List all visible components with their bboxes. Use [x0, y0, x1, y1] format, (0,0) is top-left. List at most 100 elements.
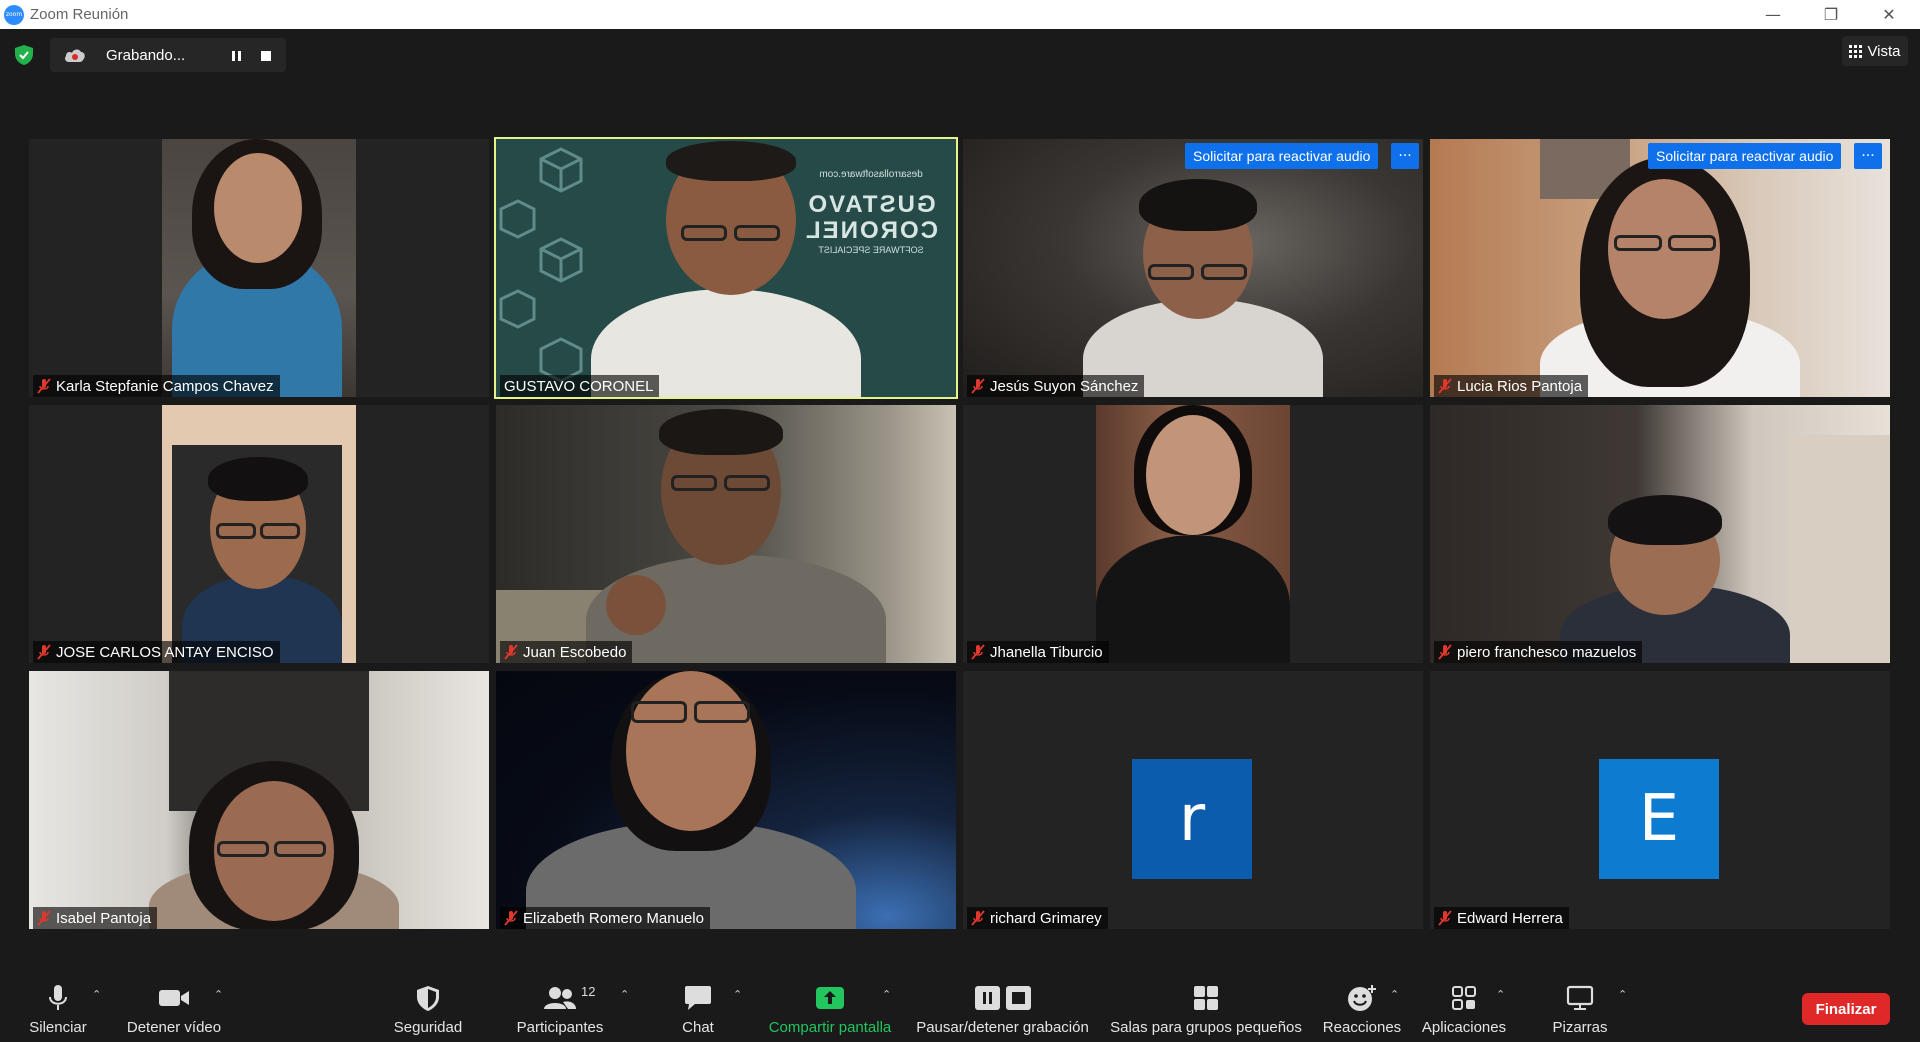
share-screen-label: Compartir pantalla — [768, 1019, 892, 1036]
breakout-rooms-icon — [1194, 986, 1218, 1010]
video-tile[interactable]: Elizabeth Romero Manuelo — [496, 671, 956, 929]
participant-name: richard Grimarey — [990, 909, 1102, 927]
encryption-shield-icon[interactable] — [15, 45, 33, 65]
video-tile[interactable]: Solicitar para reactivar audio ··· Jesús… — [963, 139, 1423, 397]
meeting-toolbar: Silenciar ⌃ Detener vídeo ⌃ Seguridad Pa… — [0, 968, 1920, 1042]
end-meeting-button[interactable]: Finalizar — [1802, 993, 1890, 1025]
mute-button[interactable]: Silenciar — [20, 976, 96, 1036]
video-tile-active-speaker[interactable]: desarrollasoftware.com GUSTAVO CORONEL S… — [494, 137, 958, 399]
recording-controls-label: Pausar/detener grabación — [916, 1019, 1089, 1036]
recording-indicator: Grabando... — [50, 38, 286, 72]
view-button[interactable]: Vista — [1842, 36, 1908, 66]
background-name-line2: CORONEL — [804, 217, 938, 244]
participant-video — [963, 139, 1423, 397]
participants-label: Participantes — [516, 1019, 604, 1036]
nameplate: Karla Stepfanie Campos Chavez — [33, 375, 280, 397]
apps-options-chevron-icon[interactable]: ⌃ — [1496, 988, 1508, 1001]
avatar: E — [1599, 759, 1719, 879]
participant-name: JOSE CARLOS ANTAY ENCISO — [56, 643, 274, 661]
close-icon[interactable]: ✕ — [1860, 0, 1918, 29]
reactions-label: Reacciones — [1322, 1019, 1402, 1036]
video-tile[interactable]: r richard Grimarey — [963, 671, 1423, 929]
chat-label: Chat — [682, 1019, 714, 1036]
avatar: r — [1132, 759, 1252, 879]
security-button[interactable]: Seguridad — [388, 976, 468, 1036]
apps-label: Aplicaciones — [1421, 1019, 1507, 1036]
video-tile[interactable]: Jhanella Tiburcio — [963, 405, 1423, 663]
chat-button[interactable]: Chat — [668, 976, 728, 1036]
video-camera-icon — [159, 990, 189, 1006]
apps-button[interactable]: Aplicaciones — [1414, 976, 1514, 1036]
stop-video-button[interactable]: Detener vídeo — [118, 976, 230, 1036]
video-tile[interactable]: Juan Escobedo — [496, 405, 956, 663]
background-name-line1: GUSTAVO — [806, 191, 936, 218]
participants-count: 12 — [581, 984, 596, 999]
muted-mic-icon — [1438, 910, 1452, 926]
nameplate: piero franchesco mazuelos — [1434, 641, 1643, 663]
participant-name: Jesús Suyon Sánchez — [990, 377, 1139, 395]
share-screen-button[interactable]: Compartir pantalla — [760, 976, 900, 1036]
reactions-button[interactable]: Reacciones — [1318, 976, 1406, 1036]
participant-video — [162, 139, 356, 397]
nameplate: Elizabeth Romero Manuelo — [500, 907, 710, 929]
participant-video — [1430, 139, 1890, 397]
background-site-text: desarrollasoftware.com — [819, 169, 923, 180]
zoom-logo-icon: zoom — [4, 4, 24, 25]
more-options-button[interactable]: ··· — [1854, 143, 1882, 169]
video-tile[interactable]: JOSE CARLOS ANTAY ENCISO — [29, 405, 489, 663]
muted-mic-icon — [37, 910, 51, 926]
participant-video — [1430, 405, 1890, 663]
breakout-rooms-button[interactable]: Salas para grupos pequeños — [1108, 976, 1304, 1036]
participant-name: Edward Herrera — [1457, 909, 1563, 927]
participant-name: Karla Stepfanie Campos Chavez — [56, 377, 274, 395]
chat-options-chevron-icon[interactable]: ⌃ — [733, 988, 745, 1001]
request-unmute-button[interactable]: Solicitar para reactivar audio — [1648, 143, 1842, 169]
microphone-icon — [49, 985, 67, 1010]
muted-mic-icon — [504, 910, 518, 926]
muted-mic-icon — [37, 378, 51, 394]
stop-icon — [261, 51, 271, 61]
participant-video — [1096, 405, 1290, 663]
share-options-chevron-icon[interactable]: ⌃ — [882, 988, 894, 1001]
participant-name: Juan Escobedo — [523, 643, 627, 661]
recording-label: Grabando... — [106, 46, 186, 64]
whiteboards-options-chevron-icon[interactable]: ⌃ — [1618, 988, 1630, 1001]
cloud-recording-icon — [65, 49, 85, 62]
security-label: Seguridad — [393, 1019, 463, 1036]
participant-name: Isabel Pantoja — [56, 909, 152, 927]
meeting-topbar: Grabando... Vista — [0, 29, 1920, 81]
muted-mic-icon — [1438, 644, 1452, 660]
video-options-chevron-icon[interactable]: ⌃ — [214, 988, 226, 1001]
pause-recording-button[interactable] — [226, 46, 246, 66]
nameplate: JOSE CARLOS ANTAY ENCISO — [33, 641, 280, 663]
participants-options-chevron-icon[interactable]: ⌃ — [620, 988, 632, 1001]
pause-icon — [231, 51, 241, 61]
reactions-options-chevron-icon[interactable]: ⌃ — [1390, 988, 1402, 1001]
whiteboard-icon — [1566, 985, 1594, 1010]
whiteboards-button[interactable]: Pizarras — [1538, 976, 1622, 1036]
video-tile[interactable]: Solicitar para reactivar audio ··· Lucia… — [1430, 139, 1890, 397]
muted-mic-icon — [1438, 378, 1452, 394]
mute-options-chevron-icon[interactable]: ⌃ — [92, 988, 104, 1001]
pause-stop-recording-button[interactable]: Pausar/detener grabación — [910, 976, 1095, 1036]
video-tile[interactable]: Karla Stepfanie Campos Chavez — [29, 139, 489, 397]
reactions-smiley-icon — [1348, 985, 1376, 1011]
participant-video: desarrollasoftware.com GUSTAVO CORONEL S… — [496, 139, 956, 397]
security-shield-icon — [417, 985, 439, 1011]
grid-view-icon — [1849, 44, 1863, 58]
nameplate: Jhanella Tiburcio — [967, 641, 1109, 663]
stop-recording-button[interactable] — [256, 46, 276, 66]
view-label: Vista — [1867, 42, 1901, 60]
video-tile[interactable]: piero franchesco mazuelos — [1430, 405, 1890, 663]
participants-icon — [544, 987, 576, 1009]
participant-video — [496, 405, 956, 663]
nameplate: Juan Escobedo — [500, 641, 633, 663]
video-tile[interactable]: E Edward Herrera — [1430, 671, 1890, 929]
minimize-icon[interactable]: — — [1744, 0, 1802, 29]
request-unmute-button[interactable]: Solicitar para reactivar audio — [1185, 143, 1379, 169]
restore-icon[interactable]: ❐ — [1802, 0, 1860, 29]
nameplate: Lucia Rios Pantoja — [1434, 375, 1589, 397]
video-tile[interactable]: Isabel Pantoja — [29, 671, 489, 929]
more-options-button[interactable]: ··· — [1391, 143, 1419, 169]
participant-video — [496, 671, 956, 929]
